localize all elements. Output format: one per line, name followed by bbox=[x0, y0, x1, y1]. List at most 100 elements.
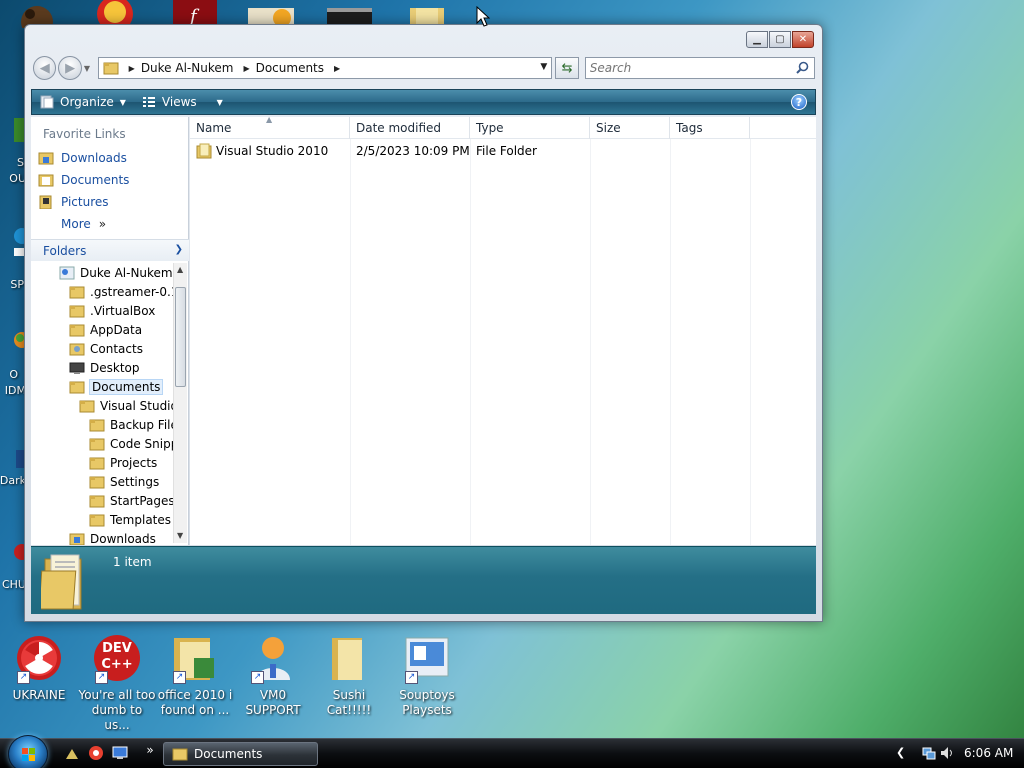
desktop-icon-devcpp[interactable]: DEV C++ ↗ You're all too dumb to us... bbox=[78, 632, 156, 733]
favorite-link-documents[interactable]: Documents bbox=[37, 173, 129, 187]
desktop-left-icon-ou[interactable]: OU bbox=[0, 172, 26, 185]
tree-item[interactable]: Projects bbox=[89, 453, 157, 472]
volume-icon[interactable] bbox=[940, 746, 954, 760]
minimize-button[interactable]: ▁ bbox=[746, 31, 768, 48]
tree-item[interactable]: Documents bbox=[69, 377, 164, 396]
chevron-down-icon: ▼ bbox=[119, 97, 126, 107]
desktop-left-icon-sp[interactable]: SP bbox=[0, 222, 30, 291]
recent-pages-dropdown[interactable]: ▼ bbox=[84, 64, 94, 73]
quick-launch-icon-2[interactable] bbox=[88, 745, 104, 761]
tree-item[interactable]: Downloads bbox=[69, 529, 156, 545]
breadcrumb-documents[interactable]: Documents bbox=[256, 61, 324, 75]
tree-item[interactable]: AppData bbox=[69, 320, 142, 339]
maximize-button[interactable]: ▢ bbox=[769, 31, 791, 48]
breadcrumb-user[interactable]: Duke Al-Nukem bbox=[141, 61, 234, 75]
folder-icon bbox=[196, 143, 212, 159]
help-icon: ? bbox=[795, 95, 803, 109]
desktop-left-icon-s[interactable]: S bbox=[0, 116, 26, 169]
clock[interactable]: 6:06 AM bbox=[964, 746, 1013, 760]
search-box[interactable] bbox=[584, 57, 815, 79]
folder-icon bbox=[89, 418, 105, 432]
desktop-left-label: S bbox=[17, 156, 24, 169]
breadcrumb-separator-icon[interactable]: ▶ bbox=[129, 64, 135, 73]
desktop-left-label: Dark bbox=[0, 474, 26, 487]
forward-button[interactable]: ▶ bbox=[58, 56, 82, 80]
tree-item[interactable]: Settings bbox=[89, 472, 159, 491]
refresh-button[interactable]: ⇆ bbox=[555, 57, 579, 79]
tree-scrollbar[interactable]: ▲ ▼ bbox=[173, 263, 187, 543]
folder-icon bbox=[89, 513, 105, 527]
desktop-icon-office[interactable]: ↗ office 2010 i found on ... bbox=[156, 632, 234, 718]
tree-item-label: Templates bbox=[110, 512, 172, 527]
search-input[interactable] bbox=[585, 58, 786, 78]
tree-item[interactable]: .gstreamer-0.10 bbox=[69, 282, 173, 301]
tree-item[interactable]: Code Snippets bbox=[89, 434, 173, 453]
network-icon[interactable] bbox=[922, 746, 936, 760]
file-list[interactable]: Name ▲ Date modified Type Size Tags Visu… bbox=[190, 115, 816, 545]
quick-launch-more-icon[interactable]: » bbox=[142, 742, 158, 758]
scroll-thumb[interactable] bbox=[175, 287, 186, 387]
tree-item[interactable]: Duke Al-Nukem bbox=[59, 263, 173, 282]
desktop-icon-sushi-cat[interactable]: Sushi Cat!!!!! bbox=[310, 632, 388, 718]
user-folder-icon bbox=[59, 266, 75, 280]
folder-tree: Duke Al-Nukem .gstreamer-0.10 .VirtualBox A… bbox=[31, 263, 173, 545]
window-controls: ▁ ▢ ✕ bbox=[745, 31, 814, 48]
start-button[interactable] bbox=[8, 735, 48, 768]
folder-icon bbox=[172, 747, 188, 761]
tree-item-label: Duke Al-Nukem bbox=[80, 265, 173, 280]
tree-item[interactable]: .VirtualBox bbox=[69, 301, 155, 320]
quick-launch-icon-1[interactable] bbox=[64, 745, 80, 761]
desktop-icon-vm0-support[interactable]: ↗ VM0 SUPPORT bbox=[234, 632, 312, 718]
address-row: ◀ ▶ ▼ ▶ Duke Al-Nukem ▶ Documents ▶ ▼ ⇆ bbox=[33, 55, 815, 81]
address-dropdown-icon[interactable]: ▼ bbox=[540, 62, 547, 72]
column-header-size[interactable]: Size bbox=[590, 117, 670, 139]
favorite-link-pictures[interactable]: Pictures bbox=[37, 195, 109, 209]
show-desktop-icon[interactable] bbox=[112, 745, 128, 761]
desktop-icon-souptoys[interactable]: ↗ Souptoys Playsets bbox=[388, 632, 466, 718]
tree-item[interactable]: Backup Files bbox=[89, 415, 173, 434]
chevron-down-icon[interactable]: ▼ bbox=[217, 98, 223, 107]
help-button[interactable]: ? bbox=[791, 94, 807, 110]
folder-icon bbox=[89, 475, 105, 489]
address-bar[interactable]: ▶ Duke Al-Nukem ▶ Documents ▶ ▼ bbox=[97, 57, 553, 79]
column-header-tags[interactable]: Tags bbox=[670, 117, 750, 139]
desktop-left-icon-idm[interactable]: O IDM bbox=[0, 326, 30, 397]
desktop-left-icon-dark[interactable]: Dark bbox=[0, 446, 26, 487]
search-icon[interactable] bbox=[796, 61, 809, 77]
tree-item-label: Projects bbox=[110, 455, 158, 470]
tree-item[interactable]: Contacts bbox=[69, 339, 143, 358]
close-button[interactable]: ✕ bbox=[792, 31, 814, 48]
favorite-link-more[interactable]: More » bbox=[37, 217, 106, 231]
desktop-left-icon-chu[interactable]: CHU bbox=[0, 540, 30, 591]
scroll-up-icon[interactable]: ▲ bbox=[177, 265, 183, 274]
mouse-cursor-icon bbox=[476, 5, 491, 31]
scroll-down-icon[interactable]: ▼ bbox=[177, 531, 183, 540]
radiation-icon: ↗ bbox=[15, 632, 63, 684]
folder-icon: ↗ bbox=[171, 632, 219, 684]
explorer-window[interactable]: ▁ ▢ ✕ ◀ ▶ ▼ ▶ Duke Al-Nukem ▶ Documents … bbox=[24, 24, 823, 622]
folders-header[interactable]: Folders ❯ bbox=[31, 239, 189, 261]
organize-button[interactable]: Organize ▼ bbox=[32, 90, 134, 114]
column-header-type[interactable]: Type bbox=[470, 117, 590, 139]
forward-arrow-icon: ▶ bbox=[65, 60, 76, 76]
file-name-cell: Visual Studio 2010 bbox=[190, 143, 350, 159]
column-header-date-modified[interactable]: Date modified bbox=[350, 117, 470, 139]
tree-item[interactable]: Visual Studio 2010 bbox=[79, 396, 173, 415]
folders-header-label: Folders bbox=[43, 243, 87, 258]
tree-item[interactable]: Desktop bbox=[69, 358, 140, 377]
address-folder-icon bbox=[103, 61, 119, 75]
column-header-name[interactable]: Name ▲ bbox=[190, 115, 350, 139]
breadcrumb-separator-icon[interactable]: ▶ bbox=[243, 64, 249, 73]
favorite-link-downloads[interactable]: Downloads bbox=[37, 151, 127, 165]
tray-expand-icon[interactable]: ❮ bbox=[896, 746, 905, 759]
tree-item[interactable]: StartPages bbox=[89, 491, 173, 510]
file-row[interactable]: Visual Studio 2010 2/5/2023 10:09 PM Fil… bbox=[190, 141, 816, 161]
views-button[interactable]: Views ▼ bbox=[134, 90, 231, 114]
tree-item[interactable]: Templates bbox=[89, 510, 171, 529]
folder-icon bbox=[37, 173, 55, 187]
breadcrumb-separator-icon[interactable]: ▶ bbox=[334, 64, 340, 73]
taskbar-button-documents[interactable]: Documents bbox=[163, 742, 318, 766]
desktop-icon-ukraine[interactable]: ↗ UKRAINE bbox=[0, 632, 78, 703]
back-button[interactable]: ◀ bbox=[33, 56, 57, 80]
navigation-pane: Favorite Links Downloads Documents Pictu… bbox=[31, 117, 189, 545]
